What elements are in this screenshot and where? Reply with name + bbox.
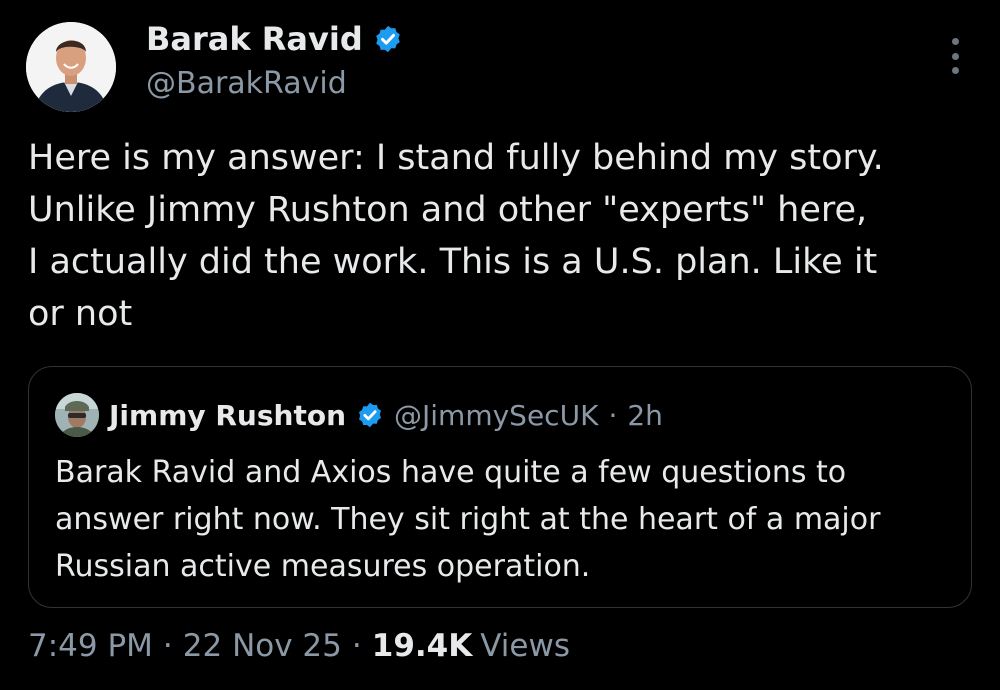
quoted-tweet-card[interactable]: Jimmy Rushton @JimmySecUK · 2h Barak Rav… bbox=[28, 366, 972, 608]
tweet-text: Here is my answer: I stand fully behind … bbox=[28, 138, 884, 334]
author-name[interactable]: Barak Ravid bbox=[146, 20, 363, 58]
quoted-author-handle[interactable]: @JimmySecUK bbox=[394, 399, 598, 432]
more-options-icon[interactable] bbox=[940, 38, 970, 74]
quoted-author-avatar[interactable] bbox=[55, 393, 99, 437]
views-label: Views bbox=[480, 628, 570, 664]
more-dot bbox=[951, 52, 959, 60]
meta-separator: · bbox=[608, 398, 618, 432]
author-avatar[interactable] bbox=[26, 22, 116, 112]
meta-separator: · bbox=[162, 628, 173, 664]
more-dot bbox=[951, 38, 959, 45]
verified-badge-icon bbox=[356, 401, 384, 429]
tweet-meta: 7:49 PM · 22 Nov 25 · 19.4K Views bbox=[28, 628, 570, 664]
author-handle[interactable]: @BarakRavid bbox=[146, 66, 347, 101]
more-dot bbox=[951, 67, 959, 74]
quoted-tweet-text: Barak Ravid and Axios have quite a few q… bbox=[55, 455, 881, 584]
author-name-row[interactable]: Barak Ravid bbox=[146, 20, 403, 58]
quoted-tweet-age[interactable]: 2h bbox=[627, 399, 663, 432]
meta-separator: · bbox=[351, 628, 362, 664]
tweet: Barak Ravid @BarakRavid Here is my answe… bbox=[0, 0, 1000, 690]
tweet-date[interactable]: 22 Nov 25 bbox=[183, 628, 342, 664]
views-count[interactable]: 19.4K bbox=[372, 628, 473, 664]
verified-badge-icon bbox=[373, 24, 403, 54]
quoted-tweet-header: Jimmy Rushton @JimmySecUK · 2h bbox=[55, 393, 663, 437]
tweet-time[interactable]: 7:49 PM bbox=[28, 628, 153, 664]
quoted-author-name[interactable]: Jimmy Rushton bbox=[109, 399, 346, 432]
